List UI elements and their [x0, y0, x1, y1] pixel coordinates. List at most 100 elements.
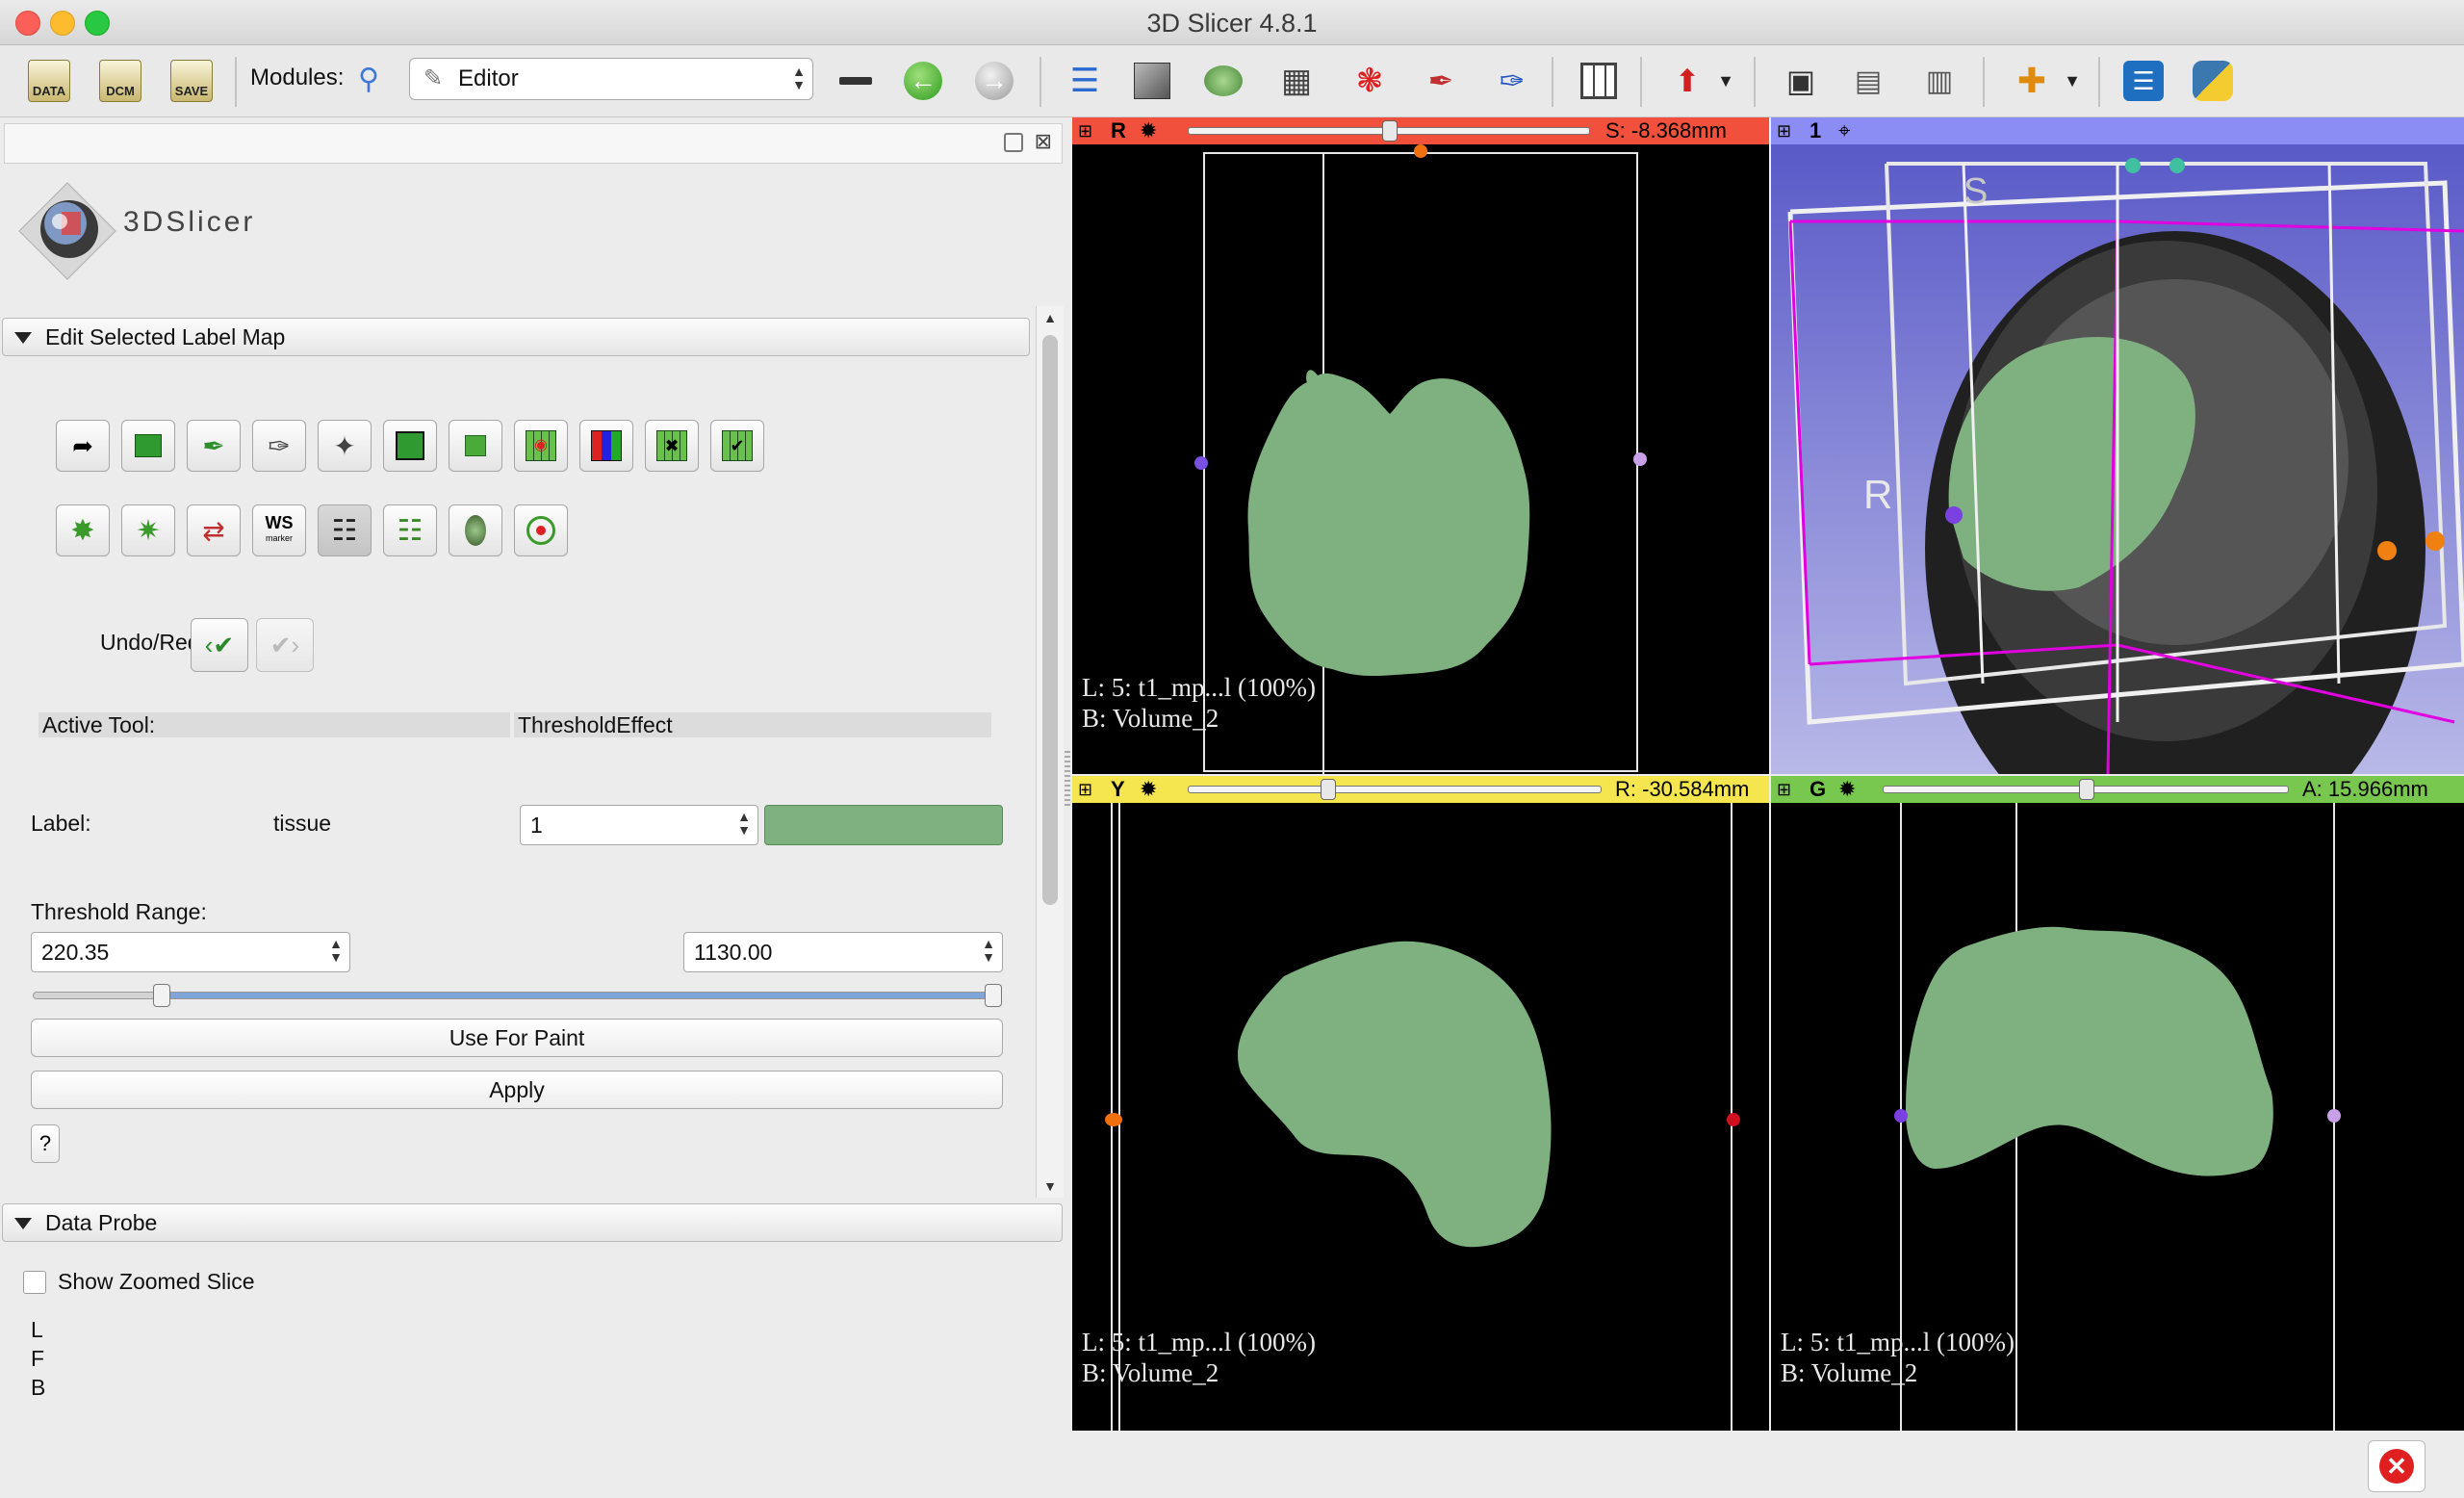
- label-name: tissue: [273, 811, 332, 836]
- identify-islands-button[interactable]: [449, 420, 502, 472]
- tree-list-icon: ☰: [1069, 63, 1100, 99]
- section-data-probe[interactable]: Data Probe: [2, 1203, 1063, 1242]
- draw-tool-button[interactable]: ✑: [252, 420, 306, 472]
- view-options-icon[interactable]: ✹: [1140, 117, 1157, 144]
- pin-icon[interactable]: ⊞: [1078, 117, 1092, 144]
- crosshair-dropdown[interactable]: ▼: [2058, 55, 2087, 107]
- python-console-button[interactable]: [2187, 55, 2239, 107]
- section-edit-selected-label-map[interactable]: Edit Selected Label Map: [2, 318, 1030, 356]
- dilate-label-button[interactable]: ✷: [121, 504, 175, 556]
- scroll-down-icon[interactable]: ▼: [1037, 1175, 1064, 1198]
- view-options-icon[interactable]: ✹: [1838, 776, 1856, 803]
- redo-button[interactable]: ✔›: [256, 618, 314, 672]
- layout-button[interactable]: [1573, 55, 1625, 107]
- save-button[interactable]: SAVE: [166, 55, 218, 107]
- change-island-button[interactable]: ◉: [514, 420, 568, 472]
- threshold-max-spinbox[interactable]: 1130.00 ▲ ▼: [683, 932, 1003, 972]
- load-dicom-button[interactable]: DCM: [94, 55, 146, 107]
- label-color-swatch[interactable]: [764, 805, 1003, 845]
- undo-button[interactable]: ‹✔: [191, 618, 248, 672]
- close-panel-icon[interactable]: ⊠: [1035, 131, 1052, 152]
- threshold-max-handle[interactable]: [985, 984, 1002, 1007]
- markups-module-button[interactable]: ❃: [1344, 55, 1396, 107]
- red-offset-handle[interactable]: [1382, 120, 1398, 142]
- change-label-button[interactable]: [121, 420, 175, 472]
- panel-scrollbar[interactable]: ▲ ▼: [1036, 306, 1064, 1198]
- pin-icon[interactable]: ⊞: [1777, 117, 1791, 144]
- yellow-slice-view[interactable]: L: 5: t1_mp...l (100%) B: Volume_2: [1072, 803, 1769, 1431]
- editor-module-button[interactable]: ✑: [1486, 55, 1538, 107]
- volumes-module-button[interactable]: [1126, 55, 1178, 107]
- erode-label-button[interactable]: ✸: [56, 504, 110, 556]
- module-history-button[interactable]: [830, 55, 882, 107]
- threed-view[interactable]: S R: [1771, 144, 2464, 774]
- threshold-min-value: 220.35: [41, 940, 110, 965]
- mouse-mode-button[interactable]: ⬆: [1661, 55, 1713, 107]
- make-model-button[interactable]: ☷: [383, 504, 437, 556]
- help-button[interactable]: ?: [31, 1124, 60, 1163]
- threshold-min-handle[interactable]: [152, 984, 170, 1007]
- ruler-module-button[interactable]: ✒: [1415, 55, 1467, 107]
- paint-tool-button[interactable]: ✒: [187, 420, 241, 472]
- threshold-min-spinbox[interactable]: 220.35 ▲ ▼: [31, 932, 350, 972]
- erode-icon: ✸: [70, 514, 95, 547]
- red-view-label: R: [1111, 118, 1126, 142]
- scene-view-button[interactable]: ▤: [1842, 55, 1894, 107]
- data-module-button[interactable]: ☰: [1059, 55, 1111, 107]
- forward-button[interactable]: →: [968, 55, 1020, 107]
- module-selector[interactable]: ✎ Editor ▲ ▼: [409, 58, 813, 100]
- scroll-up-icon[interactable]: ▲: [1037, 306, 1064, 329]
- pin-icon[interactable]: ⊞: [1078, 776, 1092, 803]
- scrollbar-thumb[interactable]: [1042, 335, 1058, 905]
- apply-button[interactable]: Apply: [31, 1071, 1003, 1109]
- watershed-button[interactable]: WS marker: [252, 504, 306, 556]
- remove-islands-button[interactable]: [579, 420, 633, 472]
- view-options-icon[interactable]: ✹: [1140, 776, 1157, 803]
- yellow-offset-slider[interactable]: [1188, 779, 1602, 800]
- splitter-handle[interactable]: [1065, 751, 1070, 809]
- green-offset-slider[interactable]: [1883, 779, 2289, 800]
- models-module-button[interactable]: [1197, 55, 1249, 107]
- scene-view-list-button[interactable]: ▥: [1913, 55, 1965, 107]
- red-offset-slider[interactable]: [1188, 120, 1590, 142]
- fiducial-tool-button[interactable]: [514, 504, 568, 556]
- undock-icon[interactable]: [1004, 133, 1023, 152]
- crosshair-button[interactable]: ✚: [2006, 55, 2058, 107]
- spinbox-arrows-icon[interactable]: ▲ ▼: [734, 810, 754, 839]
- mouse-mode-dropdown[interactable]: ▼: [1711, 55, 1740, 107]
- save-island-button[interactable]: ✖: [645, 420, 699, 472]
- level-tracing-button[interactable]: ✦: [318, 420, 372, 472]
- default-tool-button[interactable]: ➦: [56, 420, 110, 472]
- yellow-offset-handle[interactable]: [1320, 779, 1336, 800]
- dilate-icon: ✷: [136, 514, 161, 547]
- threshold-range-slider[interactable]: [33, 984, 1002, 1007]
- screenshot-button[interactable]: ▣: [1775, 55, 1827, 107]
- grow-cut-button[interactable]: ✔: [710, 420, 764, 472]
- spinbox-arrows-icon[interactable]: ▲ ▼: [979, 937, 998, 966]
- label-value-spinbox[interactable]: 1 ▲ ▼: [520, 805, 758, 845]
- use-for-paint-button[interactable]: Use For Paint: [31, 1019, 1003, 1057]
- spinbox-arrows-icon[interactable]: ▲ ▼: [326, 937, 346, 966]
- grid-x-icon: ✖: [656, 430, 687, 461]
- green-offset-handle[interactable]: [2079, 779, 2094, 800]
- crosshair-icon: ✚: [2016, 61, 2047, 100]
- brain-model-tool-button[interactable]: [449, 504, 502, 556]
- yellow-slice-controller: ⊞ Y ✹ R: -30.584mm: [1072, 776, 1769, 803]
- change-by-label-button[interactable]: ⇄: [187, 504, 241, 556]
- threshold-tool-button[interactable]: ☷: [318, 504, 372, 556]
- load-data-button[interactable]: DATA: [23, 55, 75, 107]
- pin-icon[interactable]: ⊞: [1777, 776, 1791, 803]
- probe-line-l: L: [31, 1317, 43, 1342]
- extension-manager-button[interactable]: ☰: [2118, 55, 2169, 107]
- green-slice-view[interactable]: L: 5: t1_mp...l (100%) B: Volume_2: [1771, 803, 2464, 1431]
- red-slice-view[interactable]: L: 5: t1_mp...l (100%) B: Volume_2: [1072, 144, 1769, 774]
- show-zoomed-slice-checkbox[interactable]: [23, 1271, 46, 1294]
- module-panel-header: ⊠: [4, 123, 1063, 164]
- back-button[interactable]: ←: [897, 55, 949, 107]
- transforms-module-button[interactable]: ▦: [1270, 55, 1322, 107]
- module-search-icon[interactable]: ⚲: [358, 63, 379, 96]
- center-view-icon[interactable]: ⌖: [1838, 117, 1850, 144]
- ws-marker-icon: WS marker: [265, 513, 294, 543]
- rectangle-tool-button[interactable]: [383, 420, 437, 472]
- error-log-button[interactable]: ✕: [2368, 1440, 2426, 1492]
